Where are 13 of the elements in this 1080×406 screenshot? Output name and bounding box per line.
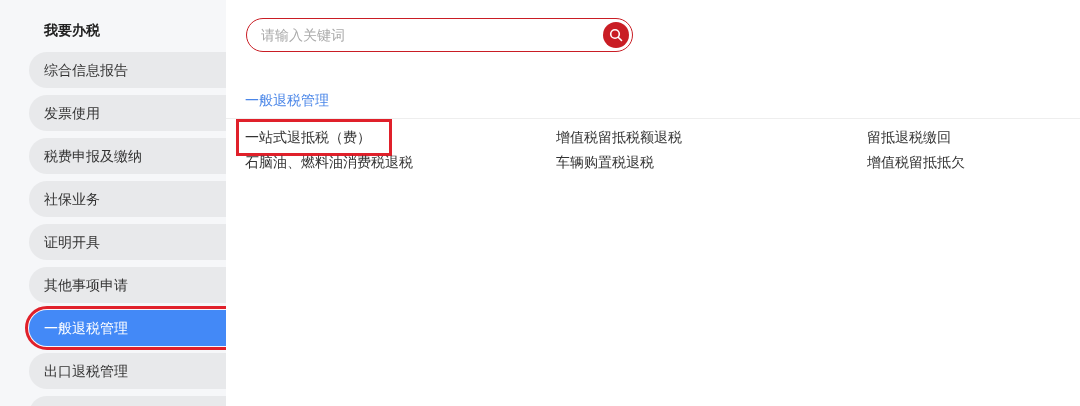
search-button[interactable] [603, 22, 629, 48]
sidebar-item[interactable]: 证明开具 [29, 224, 226, 260]
sidebar-item[interactable]: 发票使用 [29, 95, 226, 131]
sidebar-item[interactable]: 社保业务 [29, 181, 226, 217]
sidebar-item[interactable]: 综合信息报告 [29, 52, 226, 88]
sidebar-item[interactable]: 其他事项申请 [29, 267, 226, 303]
service-link[interactable]: 一站式退抵税（费） [236, 119, 392, 156]
search-icon [609, 28, 623, 42]
sidebar-title: 我要办税 [44, 21, 101, 40]
sidebar-item[interactable]: 出口退税管理 [29, 353, 226, 389]
search-input[interactable]: 请输入关键词 [259, 26, 603, 44]
section-title: 一般退税管理 [245, 91, 330, 110]
sidebar-item[interactable]: 税费申报及缴纳 [29, 138, 226, 174]
